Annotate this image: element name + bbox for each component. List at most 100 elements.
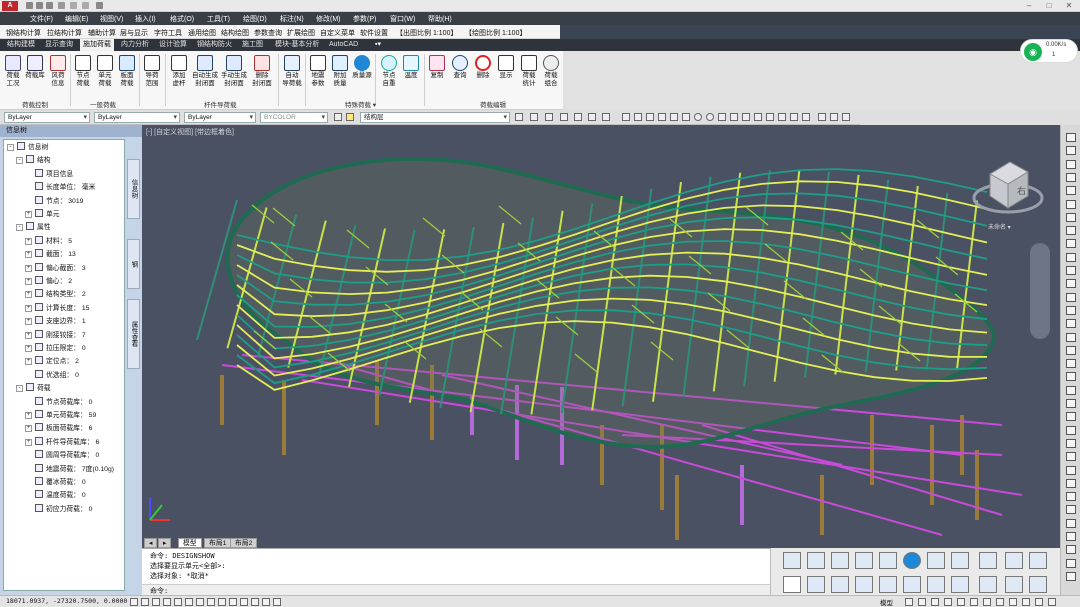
box-3d-icon[interactable]: [783, 552, 801, 569]
viewport-label[interactable]: [-] [自定义视图] [带边框着色]: [146, 127, 234, 137]
status-tool-icon[interactable]: [944, 598, 952, 606]
tool-icon[interactable]: [1066, 266, 1076, 275]
erase-icon[interactable]: [818, 113, 826, 121]
cylinder-icon[interactable]: [879, 552, 897, 569]
layer-match-icon[interactable]: [545, 113, 553, 121]
tool-icon[interactable]: [1066, 545, 1076, 555]
tree-item[interactable]: 优选组： 0: [35, 369, 79, 382]
seismic-params-button[interactable]: 地震 参数: [307, 53, 329, 97]
expand-icon[interactable]: +: [25, 237, 32, 245]
expand-icon[interactable]: +: [25, 278, 32, 285]
expand-icon[interactable]: +: [25, 358, 32, 366]
side-tab-info-tree[interactable]: 信息树: [127, 159, 140, 219]
status-tool-icon[interactable]: [1048, 598, 1056, 606]
tree-item[interactable]: 地震荷载： 7度(0.10g): [35, 463, 114, 476]
spline-icon[interactable]: [718, 113, 726, 121]
ellipse-icon[interactable]: [706, 113, 714, 121]
menu-insert[interactable]: 插入(I): [135, 14, 156, 24]
tool-icon[interactable]: [1066, 292, 1076, 302]
status-toggle-icon[interactable]: [251, 598, 259, 606]
tool-icon[interactable]: [1066, 438, 1076, 448]
load-range-button[interactable]: 导荷 范围: [141, 53, 163, 97]
material-icon[interactable]: [879, 576, 897, 593]
tree-item[interactable]: + 计算长度： 15: [25, 302, 89, 315]
status-toggle-icon[interactable]: [240, 598, 248, 606]
auto-load-button[interactable]: 自动 导荷载: [281, 53, 303, 97]
tab-fire-protection[interactable]: 钢结构防火: [194, 39, 235, 51]
arc-icon[interactable]: [658, 113, 666, 121]
cmd-general-draw[interactable]: 通用绘图: [188, 28, 216, 38]
additional-mass-button[interactable]: 附加 质量: [329, 53, 351, 97]
print-icon[interactable]: [96, 2, 103, 9]
tool-icon[interactable]: [1066, 305, 1076, 315]
hatch-icon[interactable]: [730, 113, 738, 121]
tool-icon[interactable]: [1066, 226, 1076, 236]
delete-closed-face-button[interactable]: 删除 封闭面: [250, 53, 274, 97]
load-stats-button[interactable]: 荷载 统计: [518, 53, 540, 97]
circle-icon[interactable]: [694, 113, 702, 121]
collapse-icon[interactable]: -: [7, 144, 14, 151]
settings-icon[interactable]: [1029, 576, 1047, 593]
tool-icon[interactable]: [1066, 146, 1076, 156]
tree-item[interactable]: + 单元: [25, 209, 60, 221]
line-icon[interactable]: [622, 113, 630, 121]
tab-construction-drawing[interactable]: 施工图: [239, 39, 266, 51]
print-preview-icon[interactable]: [783, 576, 801, 593]
dim-style-icon[interactable]: [574, 113, 582, 121]
expand-icon[interactable]: +: [25, 331, 32, 339]
load-library-button[interactable]: 荷载库: [24, 53, 46, 97]
navigation-bar[interactable]: [1030, 243, 1050, 339]
expand-icon[interactable]: +: [25, 264, 32, 272]
slab-load-button[interactable]: 板面 荷载: [116, 53, 138, 97]
copy-button[interactable]: 复制: [426, 53, 448, 97]
cmd-custom-menu[interactable]: 自定义菜单: [320, 28, 355, 38]
status-tool-icon[interactable]: [1022, 598, 1030, 606]
tree-item[interactable]: 项目信息: [35, 168, 73, 181]
tool-icon[interactable]: [1066, 372, 1076, 382]
tree-item[interactable]: + 偏心截面： 3: [25, 262, 86, 275]
expand-icon[interactable]: +: [25, 412, 32, 419]
status-toggle-icon[interactable]: [218, 598, 226, 606]
tree-item[interactable]: + 杆件导荷载库： 6: [25, 436, 99, 449]
load-combo-button[interactable]: 荷载 组合: [540, 53, 562, 97]
layer-previous-icon[interactable]: [515, 113, 523, 121]
cube-solid-icon[interactable]: [831, 552, 849, 569]
status-toggle-icon[interactable]: [273, 598, 281, 606]
tree-item[interactable]: 温度荷载： 0: [35, 490, 86, 502]
tool-icon[interactable]: [1066, 571, 1076, 581]
tree-item[interactable]: - 结构: [16, 155, 51, 167]
tab-scroll-left-icon[interactable]: ◂: [144, 538, 158, 548]
cmd-struct-draw[interactable]: 结构绘图: [221, 28, 249, 38]
tool-icon[interactable]: [1066, 159, 1076, 169]
text-style-icon[interactable]: [560, 113, 568, 121]
rotate-icon[interactable]: [842, 113, 850, 121]
check-icon[interactable]: [951, 552, 969, 569]
tool-icon[interactable]: [1066, 133, 1076, 142]
view-cube[interactable]: 右: [968, 150, 1048, 230]
menu-view[interactable]: 视图(V): [100, 14, 123, 24]
redo-icon[interactable]: [82, 2, 89, 9]
tree-item[interactable]: + 偏心： 2: [25, 276, 72, 288]
display-button[interactable]: 显示: [495, 53, 517, 97]
ucs-selector[interactable]: 未命名 ▾: [988, 222, 1011, 231]
status-tool-icon[interactable]: [1009, 598, 1017, 606]
open-file-icon[interactable]: [36, 2, 43, 9]
cmd-char-tools[interactable]: 字符工具: [154, 28, 182, 38]
delete-button[interactable]: 删除: [472, 53, 494, 97]
tree-item[interactable]: + 单元荷载库： 59: [25, 410, 96, 422]
element-load-button[interactable]: 单元 荷载: [94, 53, 116, 97]
tab-module-analysis[interactable]: 模块-基本分析: [272, 39, 322, 51]
tool-icon[interactable]: [1066, 465, 1076, 475]
status-toggle-icon[interactable]: [141, 598, 149, 606]
status-tool-icon[interactable]: [905, 598, 913, 606]
save-as-icon[interactable]: [58, 2, 65, 9]
close-icon[interactable]: ✕: [1060, 1, 1078, 11]
menu-tools[interactable]: 工具(T): [207, 14, 230, 24]
query-button[interactable]: 查询: [449, 53, 471, 97]
plotstyle-select[interactable]: BYCOLOR: [260, 112, 328, 123]
add-virtual-bar-button[interactable]: 添加 虚杆: [168, 53, 190, 97]
collapse-icon[interactable]: -: [16, 385, 23, 393]
tree-item[interactable]: + 刚接铰接： 7: [25, 329, 86, 342]
temperature-button[interactable]: 温度: [400, 53, 422, 97]
status-toggle-icon[interactable]: [163, 598, 171, 606]
